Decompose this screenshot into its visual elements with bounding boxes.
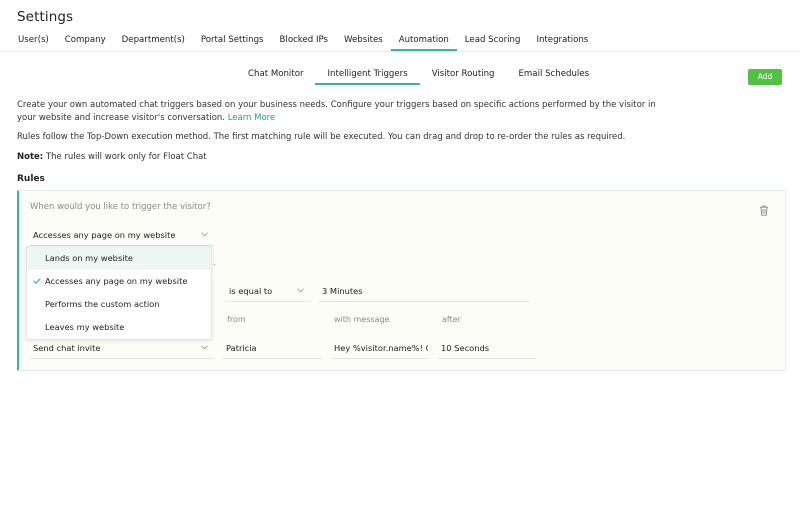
subtab-visitor-routing[interactable]: Visitor Routing: [420, 66, 507, 85]
option-performs-custom-action[interactable]: Performs the custom action: [27, 293, 211, 316]
condition-operator-select[interactable]: is equal to: [226, 280, 310, 302]
tab-departments[interactable]: Department(s): [114, 30, 193, 51]
option-accesses-any-page[interactable]: Accesses any page on my website: [27, 270, 211, 293]
message-label: with message: [334, 315, 390, 324]
from-value: Patricia: [226, 343, 257, 353]
chevron-down-icon: [297, 288, 304, 293]
trigger-dropdown-menu: Lands on my website Accesses any page on…: [26, 246, 212, 340]
after-label: after: [442, 315, 461, 324]
note-text: The rules will work only for Float Chat: [45, 152, 207, 162]
message-input[interactable]: Hey %visitor.name%! Can: [331, 337, 428, 359]
sub-tabs: Chat Monitor Intelligent Triggers Visito…: [236, 66, 601, 85]
check-icon: [33, 278, 41, 284]
tab-company[interactable]: Company: [57, 30, 114, 51]
add-rule-button[interactable]: Add: [748, 69, 782, 85]
tabs-divider: [0, 51, 800, 52]
option-label: Accesses any page on my website: [45, 276, 188, 286]
stray-text: .: [213, 258, 216, 267]
subtab-intelligent-triggers[interactable]: Intelligent Triggers: [315, 66, 420, 85]
trigger-select-value: Accesses any page on my website: [33, 230, 176, 240]
subtab-email-schedules[interactable]: Email Schedules: [507, 66, 602, 85]
after-value: 10 Seconds: [441, 343, 490, 353]
condition-operator-value: is equal to: [229, 286, 273, 296]
option-lands-on-website[interactable]: Lands on my website: [27, 247, 211, 270]
action-select[interactable]: Send chat invite: [30, 337, 214, 359]
condition-value: 3 Minutes: [322, 286, 363, 296]
chevron-down-icon: [201, 232, 208, 237]
description: Create your own automated chat triggers …: [17, 99, 657, 125]
tab-portal-settings[interactable]: Portal Settings: [193, 30, 272, 51]
option-leaves-website[interactable]: Leaves my website: [27, 316, 211, 339]
option-label: Performs the custom action: [45, 299, 160, 309]
condition-value-input[interactable]: 3 Minutes: [319, 280, 530, 302]
main-tabs: User(s) Company Department(s) Portal Set…: [10, 30, 596, 51]
tab-lead-scoring[interactable]: Lead Scoring: [457, 30, 529, 51]
note-label: Note:: [17, 152, 44, 162]
from-input[interactable]: Patricia: [223, 337, 322, 359]
tab-integrations[interactable]: Integrations: [528, 30, 596, 51]
chevron-down-icon: [201, 345, 208, 350]
float-chat-note: Note: The rules will work only for Float…: [17, 152, 207, 162]
message-value: Hey %visitor.name%! Can: [334, 343, 428, 353]
trigger-select[interactable]: Accesses any page on my website: [30, 224, 214, 246]
tab-blocked-ips[interactable]: Blocked IPs: [272, 30, 336, 51]
from-label: from: [227, 315, 246, 324]
page-title: Settings: [17, 9, 74, 25]
rules-execution-note: Rules follow the Top-Down execution meth…: [17, 132, 626, 142]
option-label: Lands on my website: [45, 253, 133, 263]
option-label: Leaves my website: [45, 322, 125, 332]
tab-automation[interactable]: Automation: [390, 30, 457, 51]
rule-question: When would you like to trigger the visit…: [30, 202, 211, 212]
trash-icon[interactable]: [759, 205, 769, 216]
after-input[interactable]: 10 Seconds: [438, 337, 536, 359]
learn-more-link[interactable]: Learn More: [228, 113, 276, 123]
action-select-value: Send chat invite: [33, 343, 101, 353]
tab-users[interactable]: User(s): [10, 30, 57, 51]
rules-heading: Rules: [17, 174, 45, 184]
subtab-chat-monitor[interactable]: Chat Monitor: [236, 66, 315, 85]
tab-websites[interactable]: Websites: [336, 30, 391, 51]
description-text: Create your own automated chat triggers …: [17, 100, 656, 123]
